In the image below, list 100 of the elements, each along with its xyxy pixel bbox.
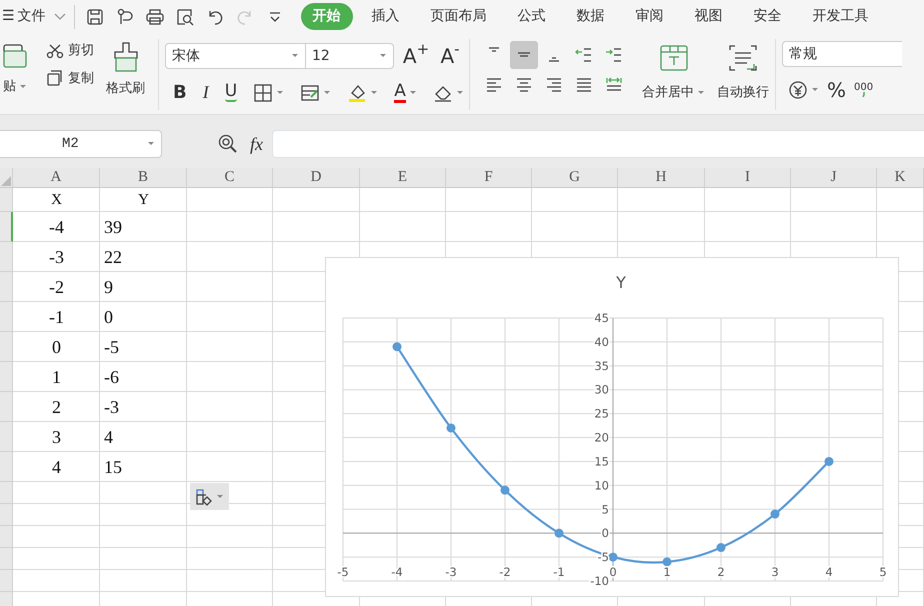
column-header[interactable]: K — [877, 168, 924, 188]
table-cell-text: 9 — [103, 276, 114, 298]
data-point — [608, 552, 618, 562]
table-cell-text: 22 — [103, 246, 123, 268]
column-header[interactable]: D — [273, 168, 360, 188]
x-tick-label: 4 — [825, 565, 833, 580]
border-button[interactable] — [253, 82, 284, 102]
fill-color-button[interactable] — [347, 82, 378, 102]
function-button[interactable]: fx — [250, 131, 263, 158]
y-tick-label: 5 — [602, 502, 609, 516]
table-cell-text: 4 — [51, 456, 62, 478]
column-header[interactable]: H — [618, 168, 705, 188]
caret-icon — [380, 54, 387, 58]
decrease-font-button[interactable]: A$^{-}$ — [438, 41, 462, 71]
merge-cells-icon[interactable] — [658, 43, 690, 73]
ribbon-tab[interactable]: 审阅 — [624, 3, 676, 30]
clipboard-options-icon[interactable] — [195, 488, 213, 506]
table-cell-text: 15 — [103, 456, 123, 478]
yen-icon[interactable] — [788, 80, 808, 100]
format-painter-button[interactable]: 格式刷 — [106, 41, 145, 114]
table-cell-text: -5 — [103, 336, 120, 358]
column-header[interactable]: E — [360, 168, 446, 188]
ribbon-tab[interactable]: 页面布局 — [418, 3, 499, 30]
italic-button[interactable]: I — [202, 79, 209, 106]
file-menu[interactable]: 文件 — [18, 6, 46, 27]
x-tick-label: -4 — [391, 565, 403, 580]
column-header[interactable]: F — [446, 168, 532, 188]
copy-icon[interactable] — [46, 69, 64, 88]
y-tick-label: -10 — [590, 574, 609, 588]
y-tick-label: 10 — [594, 478, 609, 492]
column-header[interactable]: G — [532, 168, 618, 188]
table-cell-text: -3 — [103, 396, 120, 418]
y-tick-label: 0 — [602, 526, 609, 540]
column-header[interactable]: B — [100, 168, 187, 188]
wrap-text-button[interactable]: 自动换行 — [717, 33, 769, 114]
data-point — [500, 486, 510, 495]
cut-button[interactable]: 剪切 — [46, 41, 94, 60]
x-tick-label: -1 — [553, 565, 565, 580]
font-color-button[interactable]: A — [394, 82, 417, 102]
y-tick-label: 30 — [594, 382, 609, 397]
table-cell-text: 3 — [51, 426, 62, 448]
table-cell-text: X — [50, 190, 63, 210]
caret-icon — [812, 88, 819, 92]
chart-title: Y — [616, 273, 626, 292]
x-tick-label: 5 — [879, 565, 887, 580]
table-cell-text: -4 — [48, 216, 65, 238]
table-cell-text: 2 — [51, 396, 62, 418]
grid-icon[interactable] — [253, 82, 274, 102]
y-tick-label: 40 — [594, 334, 609, 349]
scissors-icon[interactable] — [46, 42, 64, 59]
comma-icon[interactable] — [862, 92, 866, 97]
caret-icon — [456, 90, 464, 94]
x-tick-label: -3 — [445, 565, 457, 580]
ribbon-tab[interactable]: 开发工具 — [800, 3, 881, 30]
font-name-field[interactable]: 宋体 — [165, 43, 306, 69]
ribbon-tab[interactable]: 视图 — [682, 3, 735, 30]
name-box[interactable]: M2 — [0, 130, 162, 158]
y-tick-label: 45 — [594, 311, 609, 325]
wrap-text-icon[interactable] — [727, 43, 759, 73]
data-point — [392, 342, 402, 352]
paste-options-button[interactable] — [190, 483, 229, 510]
currency-button[interactable] — [788, 80, 819, 100]
bold-button[interactable]: B — [173, 79, 187, 106]
formula-field[interactable] — [272, 130, 924, 158]
merge-center-button[interactable]: 合并居中 — [642, 33, 705, 114]
data-point — [662, 557, 672, 566]
caret-icon — [324, 90, 332, 94]
chevron-icon[interactable] — [54, 12, 66, 20]
column-header[interactable]: C — [187, 168, 273, 188]
caret-icon — [410, 90, 417, 94]
caret-icon — [371, 90, 378, 94]
column-header[interactable]: I — [705, 168, 791, 188]
table-cell-text: 1 — [51, 366, 62, 388]
underline-button[interactable]: U — [224, 83, 238, 102]
column-header[interactable]: A — [13, 168, 100, 188]
zoom-icon[interactable] — [217, 133, 239, 155]
ribbon-tab[interactable]: 插入 — [360, 3, 412, 30]
font-size-field[interactable]: 12 — [306, 43, 394, 69]
y-tick-label: 25 — [594, 406, 609, 421]
column-header[interactable]: J — [791, 168, 877, 188]
caret-icon — [217, 494, 224, 498]
x-tick-label: 3 — [771, 565, 779, 580]
copy-button[interactable]: 复制 — [46, 68, 94, 88]
percent-button[interactable]: % — [827, 75, 846, 105]
paste-button[interactable]: 贴 — [0, 41, 34, 114]
ribbon-tab[interactable]: 数据 — [564, 3, 617, 30]
ribbon-tab[interactable]: 安全 — [742, 3, 794, 30]
align-middle-button[interactable] — [510, 41, 538, 69]
paint-bucket-icon[interactable] — [347, 82, 368, 102]
increase-font-button[interactable]: A$^{+}$ — [404, 41, 428, 71]
table-pen-icon[interactable] — [300, 82, 320, 102]
table-cell-text: -3 — [48, 246, 65, 268]
menu-icon[interactable]: ☰ — [2, 6, 15, 27]
conditional-format-button[interactable] — [300, 82, 332, 102]
ribbon-tab[interactable]: 公式 — [506, 3, 558, 30]
y-tick-label: 20 — [594, 430, 609, 445]
table-cell-text: -2 — [48, 276, 65, 298]
table-cell-text: -6 — [103, 366, 120, 388]
number-format-field[interactable]: 常规 — [782, 41, 902, 67]
thousands-button[interactable]: 000 — [854, 83, 874, 97]
